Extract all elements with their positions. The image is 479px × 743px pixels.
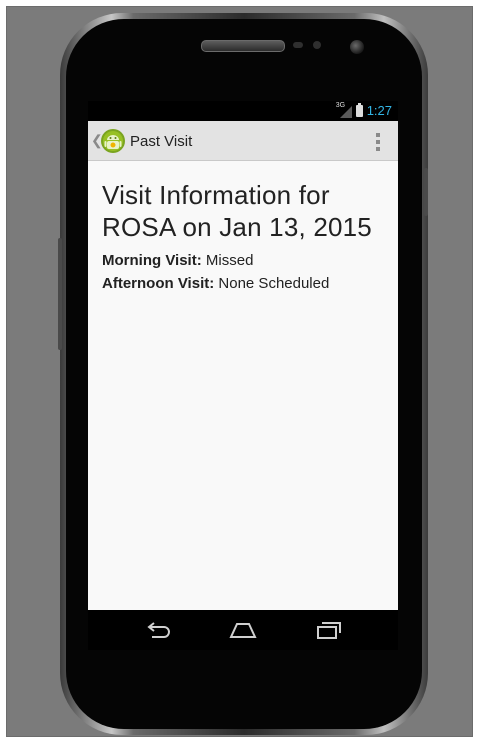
recents-icon[interactable]	[310, 618, 346, 642]
afternoon-visit-value: None Scheduled	[218, 275, 330, 292]
back-icon[interactable]	[140, 618, 176, 642]
volume-button[interactable]	[58, 238, 62, 350]
earpiece-speaker	[201, 40, 285, 52]
overflow-menu-icon[interactable]	[376, 133, 380, 151]
afternoon-visit-label: Afternoon Visit:	[102, 275, 215, 292]
page-title: Visit Information for ROSA on Jan 13, 20…	[102, 180, 372, 242]
morning-visit-value: Missed	[205, 252, 254, 269]
visit-content: Visit Information for ROSA on Jan 13, 20…	[88, 161, 398, 610]
device-screen: 3G 1:27 ❮ Past Visit Visit Information f…	[88, 101, 398, 650]
android-app-icon[interactable]	[100, 128, 126, 154]
morning-visit-label: Morning Visit:	[102, 252, 202, 269]
front-camera	[350, 40, 364, 54]
power-button[interactable]	[424, 168, 428, 216]
navigation-bar	[88, 610, 398, 650]
action-bar: ❮ Past Visit	[88, 121, 398, 161]
emulator-frame: 3G 1:27 ❮ Past Visit Visit Information f…	[0, 0, 479, 743]
battery-icon	[355, 102, 363, 117]
light-sensor	[313, 41, 321, 49]
morning-visit-row: Morning Visit: Missed	[102, 252, 253, 269]
status-bar: 3G 1:27	[88, 101, 398, 121]
afternoon-visit-row: Afternoon Visit: None Scheduled	[102, 275, 329, 292]
signal-icon: 3G	[336, 102, 352, 118]
action-bar-title: Past Visit	[130, 133, 193, 150]
home-icon[interactable]	[225, 618, 261, 642]
proximity-sensor	[293, 42, 303, 48]
status-time: 1:27	[366, 103, 392, 118]
